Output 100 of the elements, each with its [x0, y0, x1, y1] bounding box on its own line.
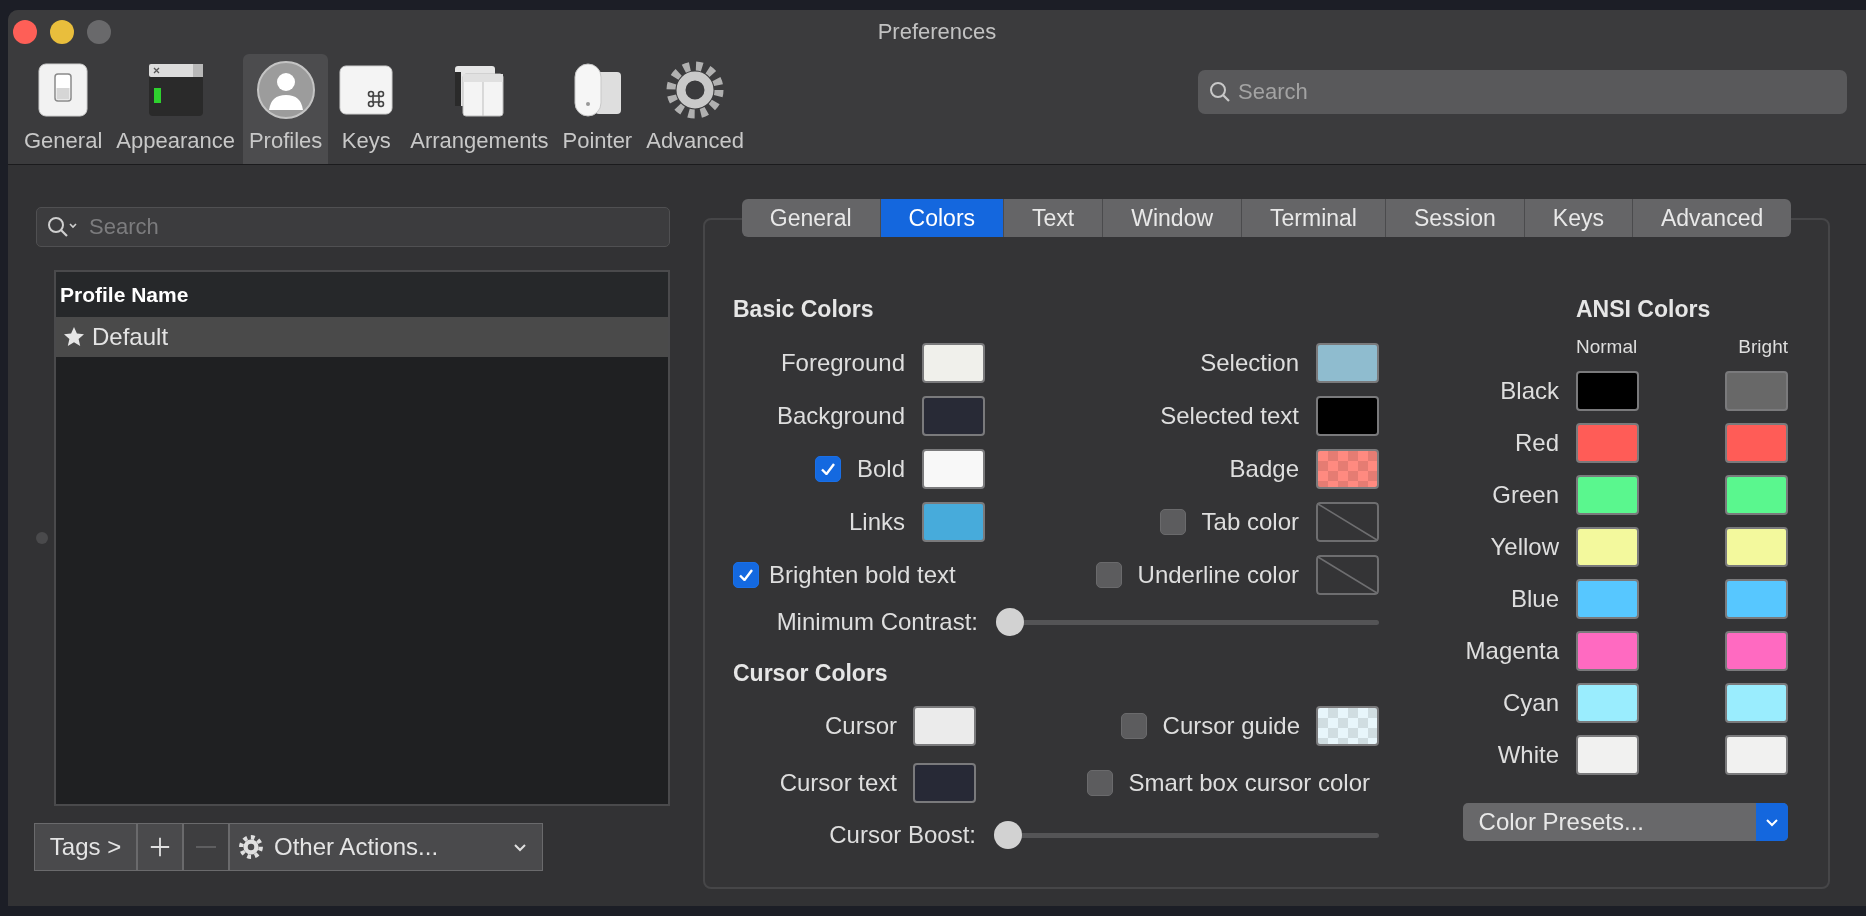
checkbox[interactable] [1159, 509, 1186, 535]
color-swatch[interactable] [1725, 371, 1788, 411]
color-swatch[interactable] [913, 763, 976, 803]
zoom-button[interactable] [87, 20, 111, 44]
color-swatch[interactable] [1576, 735, 1639, 775]
toolbar-tab[interactable]: Appearance [110, 54, 241, 164]
color-swatch[interactable] [1576, 475, 1639, 515]
column-header[interactable]: Profile Name [56, 272, 668, 317]
toolbar-tab[interactable]: Pointer [556, 54, 639, 164]
profile-name: Default [92, 323, 169, 351]
tab[interactable]: Text [1004, 199, 1104, 237]
color-swatch[interactable] [1576, 371, 1639, 411]
color-swatch[interactable] [1576, 683, 1639, 723]
tab[interactable]: Window [1103, 199, 1243, 237]
color-swatch[interactable] [922, 343, 985, 383]
checkbox-label: Bold [856, 455, 905, 483]
slider[interactable] [996, 608, 1379, 636]
split-handle-icon[interactable] [36, 532, 48, 544]
toolbar-tab[interactable]: Arrangements [404, 54, 555, 164]
color-label: Links [848, 508, 905, 536]
tab[interactable]: Advanced [1632, 199, 1792, 237]
person-icon [255, 60, 316, 120]
color-label: Magenta [1465, 637, 1559, 665]
search-icon [48, 217, 77, 237]
color-swatch[interactable] [1576, 579, 1639, 619]
checkbox[interactable] [733, 562, 759, 588]
color-swatch[interactable] [922, 502, 985, 542]
column-header: Bright [1738, 336, 1788, 358]
toolbar-tab[interactable]: Profiles [242, 54, 329, 164]
color-swatch[interactable] [922, 449, 985, 489]
color-swatch[interactable] [1725, 683, 1788, 723]
tab[interactable]: Colors [880, 199, 1005, 237]
slider-thumb[interactable] [994, 821, 1022, 849]
color-swatch[interactable] [1725, 735, 1788, 775]
color-label: Foreground [780, 349, 905, 377]
color-swatch[interactable] [1725, 475, 1788, 515]
checkmark-icon [820, 463, 835, 475]
toolbar-tab[interactable]: Advanced [640, 54, 751, 164]
minus-icon [195, 846, 217, 848]
checkbox[interactable] [1120, 713, 1147, 739]
slider[interactable] [994, 821, 1379, 849]
color-swatch[interactable] [1316, 343, 1379, 383]
color-swatch[interactable] [1316, 706, 1379, 746]
slider-label: Cursor Boost: [828, 821, 976, 849]
checkbox-label: Smart box cursor color [1128, 769, 1370, 797]
color-swatch[interactable] [1316, 396, 1379, 436]
color-swatch[interactable] [1576, 423, 1639, 463]
checkbox[interactable] [814, 456, 841, 482]
close-button[interactable] [13, 20, 37, 44]
profile-row[interactable]: Default [56, 317, 668, 357]
add-button[interactable] [137, 823, 183, 871]
column-header: Normal [1576, 336, 1638, 358]
minimize-button[interactable] [50, 20, 74, 44]
checkbox-label: Underline color [1137, 561, 1299, 589]
checkbox-label: Brighten bold text [769, 561, 956, 589]
color-presets-dropdown[interactable]: Color Presets... [1462, 803, 1788, 841]
color-swatch[interactable] [1725, 579, 1788, 619]
slider-thumb[interactable] [996, 608, 1024, 636]
empty-color-swatch[interactable] [1316, 555, 1379, 595]
color-swatch[interactable] [1576, 631, 1639, 671]
color-label: Cursor text [779, 769, 897, 797]
tab[interactable]: General [741, 199, 881, 237]
color-swatch[interactable] [1725, 423, 1788, 463]
tab[interactable]: Keys [1524, 199, 1633, 237]
section-heading: ANSI Colors [1576, 295, 1711, 324]
color-swatch[interactable] [913, 706, 976, 746]
search-field[interactable]: Search [1198, 70, 1847, 114]
color-label: Cyan [1502, 689, 1559, 717]
gear-icon [238, 834, 264, 860]
color-swatch[interactable] [1576, 527, 1639, 567]
checkbox-label: Cursor guide [1162, 712, 1300, 740]
tab[interactable]: Session [1385, 199, 1525, 237]
color-label: White [1497, 741, 1559, 769]
color-label: Red [1514, 429, 1559, 457]
other-actions-button[interactable]: Other Actions... [229, 823, 543, 871]
star-icon [62, 325, 86, 349]
color-label: Selected text [1160, 402, 1299, 430]
color-swatch[interactable] [1725, 527, 1788, 567]
color-label: Background [776, 402, 905, 430]
color-label: Selection [1200, 349, 1299, 377]
checkbox[interactable] [1095, 562, 1122, 588]
empty-color-swatch[interactable] [1316, 502, 1379, 542]
color-swatch[interactable] [922, 396, 985, 436]
section-heading: Cursor Colors [733, 659, 889, 688]
toolbar-tab[interactable]: General [18, 54, 109, 164]
color-swatch[interactable] [1725, 631, 1788, 671]
toolbar-tab[interactable]: Keys [330, 54, 403, 164]
section-heading: Basic Colors [733, 295, 875, 324]
color-swatch[interactable] [1316, 449, 1379, 489]
color-label: Badge [1229, 455, 1299, 483]
color-label: Green [1492, 481, 1559, 509]
search-field[interactable]: Search [36, 207, 670, 247]
checkbox[interactable] [1086, 770, 1113, 796]
checkbox-label: Tab color [1201, 508, 1299, 536]
checkmark-icon [739, 569, 753, 581]
window-title: Preferences [877, 19, 997, 45]
gear-icon [665, 60, 726, 120]
color-label: Black [1500, 377, 1559, 405]
tags-button[interactable]: Tags > [34, 823, 137, 871]
tab[interactable]: Terminal [1242, 199, 1386, 237]
